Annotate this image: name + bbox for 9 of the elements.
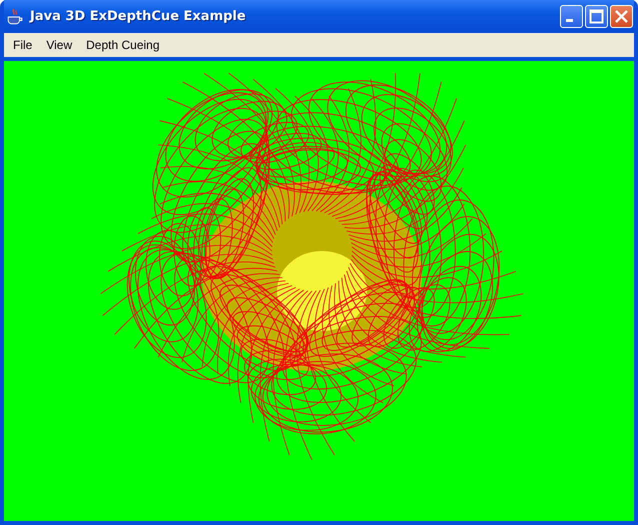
menu-item[interactable]: Depth Cueing (79, 36, 167, 54)
coffee-cup-icon (6, 8, 24, 26)
menu-item[interactable]: File (6, 36, 40, 54)
minimize-icon (566, 19, 573, 22)
maximize-button[interactable] (585, 5, 608, 28)
window-title: Java 3D ExDepthCue Example (30, 9, 247, 24)
minimize-button[interactable] (560, 5, 583, 28)
close-button[interactable] (610, 5, 633, 28)
menu-item[interactable]: View (39, 36, 80, 54)
